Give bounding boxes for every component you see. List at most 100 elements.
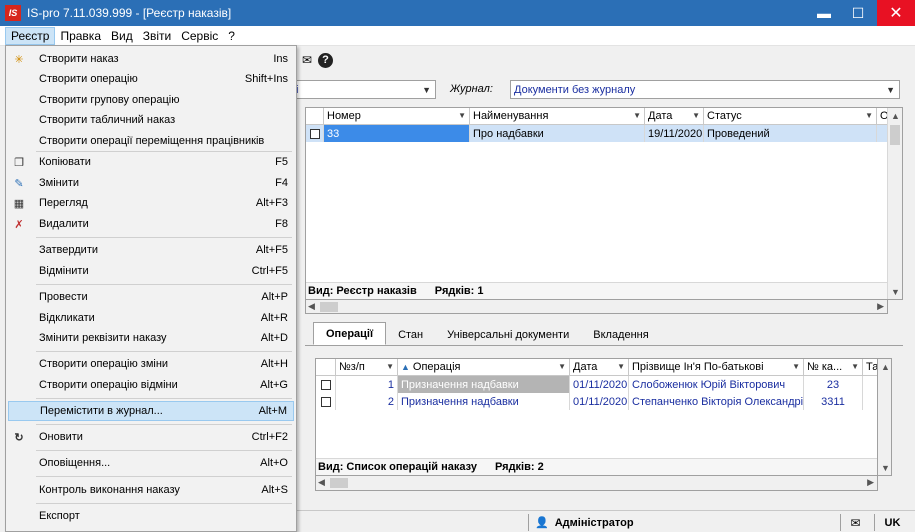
menu-item-recall[interactable]: Відкликати Alt+R [8, 308, 294, 328]
tab-universal-docs[interactable]: Універсальні документи [435, 324, 581, 345]
table-row[interactable]: 33 Про надбавки 19/11/2020 Проведений [306, 125, 888, 142]
menu-item-move-to-journal[interactable]: Перемістити в журнал... Alt+M [8, 401, 294, 421]
view-name: Вид: Реєстр наказів [308, 285, 417, 297]
menu-item-create-operation[interactable]: Створити операцію Shift+Ins [8, 69, 294, 89]
menu-help[interactable]: ? [223, 27, 240, 45]
scroll-left-icon[interactable]: ◀ [318, 477, 325, 488]
cell-card: 23 [804, 376, 863, 393]
operations-grid: №з/п ▼ ▲ Операція ▼ Дата ▼ Прізвище Ін'я По-… [315, 358, 892, 476]
menu-service[interactable]: Сервіс [176, 27, 223, 45]
mail-icon[interactable]: ✉ [840, 514, 870, 531]
scroll-left-icon[interactable]: ◀ [308, 301, 315, 312]
scroll-right-icon[interactable]: ▶ [867, 477, 874, 488]
scroll-thumb[interactable] [320, 302, 338, 312]
row-checkbox[interactable] [306, 125, 324, 142]
checkbox[interactable] [320, 396, 331, 407]
toolbar: ✉ ? [296, 46, 915, 74]
tab-operations[interactable]: Операції [313, 322, 387, 345]
status-bar: 👤 Адміністратор ✉ UK [296, 510, 915, 532]
menu-edit[interactable]: Правка [55, 27, 106, 45]
refresh-icon: ↻ [14, 431, 24, 444]
user-name: Адміністратор [554, 516, 634, 529]
column-operation[interactable]: ▲ Операція ▼ [398, 359, 570, 376]
tab-attachments[interactable]: Вкладення [581, 324, 660, 345]
checkbox[interactable] [309, 128, 320, 139]
menu-item-export[interactable]: Експорт [8, 506, 294, 526]
column-name[interactable]: Найменування ▼ [470, 108, 645, 125]
menu-item-create-transfer-ops[interactable]: Створити операції переміщення працівникі… [8, 131, 294, 151]
menu-item-create-order[interactable]: ✳ Створити наказ Ins [8, 49, 294, 69]
menu-item-create-change-op[interactable]: Створити операцію зміни Alt+H [8, 354, 294, 374]
column-date[interactable]: Дата ▼ [570, 359, 629, 376]
scroll-thumb[interactable] [330, 478, 348, 488]
menu-item-post[interactable]: Провести Alt+P [8, 287, 294, 307]
column-card[interactable]: № ка... ▼ [804, 359, 863, 376]
cell-date: 01/11/2020 [570, 393, 629, 410]
menu-separator [36, 398, 292, 399]
scroll-down-icon[interactable]: ▼ [888, 284, 903, 299]
menu-item-label: Затвердити [39, 244, 99, 256]
mail-icon[interactable]: ✉ [298, 51, 316, 69]
menu-item-shortcut: Alt+S [261, 484, 288, 496]
vertical-scrollbar[interactable]: ▲ ▼ [887, 108, 902, 299]
menu-item-execution-control[interactable]: Контроль виконання наказу Alt+S [8, 480, 294, 500]
menu-item-edit[interactable]: ✎ Змінити F4 [8, 173, 294, 193]
close-button[interactable]: ✕ [877, 0, 915, 26]
column-person[interactable]: Прізвище Ін'я По-батькові ▼ [629, 359, 804, 376]
scroll-up-icon[interactable]: ▲ [878, 359, 893, 374]
scroll-right-icon[interactable]: ▶ [877, 301, 884, 312]
menu-item-label: Перемістити в журнал... [40, 405, 163, 417]
row-checkbox[interactable] [316, 376, 336, 393]
sort-asc-icon: ▲ [401, 362, 410, 372]
menu-item-notifications[interactable]: Оповіщення... Alt+O [8, 453, 294, 473]
menu-item-approve[interactable]: Затвердити Alt+F5 [8, 240, 294, 260]
menu-item-label: Створити наказ [39, 53, 119, 65]
menu-item-create-group-operation[interactable]: Створити групову операцію [8, 90, 294, 110]
table-row[interactable]: 1 Призначення надбавки 01/11/2020 Слобож… [316, 376, 864, 393]
menu-item-shortcut: F5 [275, 156, 288, 168]
view-name: Вид: Список операцій наказу [318, 461, 477, 473]
journal-combo[interactable]: Документи без журналу ▼ [510, 80, 900, 99]
horizontal-scrollbar[interactable]: ◀ ▶ [305, 300, 888, 314]
column-seq-label: №з/п [339, 361, 365, 373]
menu-item-shortcut: F4 [275, 177, 288, 189]
menu-item-label: Створити операції переміщення працівникі… [39, 135, 265, 147]
menu-item-create-table-order[interactable]: Створити табличний наказ [8, 110, 294, 130]
language-indicator[interactable]: UK [874, 514, 910, 531]
menu-item-delete[interactable]: ✗ Видалити F8 [8, 214, 294, 234]
tab-state[interactable]: Стан [386, 324, 435, 345]
table-row[interactable]: 2 Призначення надбавки 01/11/2020 Степан… [316, 393, 864, 410]
column-status[interactable]: Статус ▼ [704, 108, 877, 125]
menu-item-create-cancel-op[interactable]: Створити операцію відміни Alt+G [8, 375, 294, 395]
menu-item-refresh[interactable]: ↻ Оновити Ctrl+F2 [8, 427, 294, 447]
menu-item-copy[interactable]: ❐ Копіювати F5 [8, 152, 294, 172]
menu-item-view[interactable]: ▦ Перегляд Alt+F3 [8, 193, 294, 213]
period-combo[interactable]: і ▼ [296, 80, 436, 99]
column-number[interactable]: Номер ▼ [324, 108, 470, 125]
filter-arrow-icon: ▼ [458, 111, 466, 120]
menu-reports[interactable]: Звіти [138, 27, 177, 45]
scroll-thumb[interactable] [890, 125, 900, 145]
horizontal-scrollbar[interactable]: ◀ ▶ [315, 476, 878, 491]
menu-registry[interactable]: Реєстр [5, 26, 56, 45]
vertical-scrollbar[interactable]: ▲ ▼ [877, 358, 892, 476]
row-checkbox[interactable] [316, 393, 336, 410]
scroll-up-icon[interactable]: ▲ [888, 108, 903, 123]
column-seq[interactable]: №з/п ▼ [336, 359, 398, 376]
column-date[interactable]: Дата ▼ [645, 108, 704, 125]
column-person-label: Прізвище Ін'я По-батькові [632, 361, 764, 373]
column-status-label: Статус [707, 110, 742, 122]
checkbox[interactable] [320, 379, 331, 390]
menu-item-change-details[interactable]: Змінити реквізити наказу Alt+D [8, 328, 294, 348]
menu-item-cancel[interactable]: Відмінити Ctrl+F5 [8, 261, 294, 281]
cell-operation: Призначення надбавки [398, 393, 570, 410]
filter-arrow-icon: ▼ [558, 362, 566, 371]
menu-view[interactable]: Вид [106, 27, 138, 45]
minimize-button[interactable]: ▬ [809, 0, 839, 26]
cell-date: 01/11/2020 [570, 376, 629, 393]
maximize-button[interactable]: ☐ [843, 0, 873, 26]
column-operation-label: Операція [412, 361, 461, 373]
cell-seq: 2 [336, 393, 398, 410]
help-icon[interactable]: ? [318, 52, 333, 68]
scroll-down-icon[interactable]: ▼ [878, 460, 893, 475]
